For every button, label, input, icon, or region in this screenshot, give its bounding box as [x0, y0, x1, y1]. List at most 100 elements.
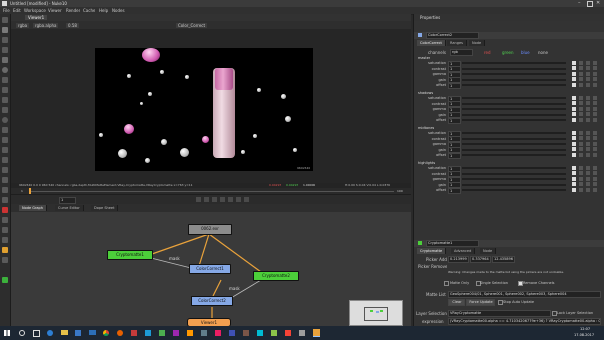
play-back-button[interactable] — [212, 197, 217, 202]
force-update-button[interactable]: Force Update — [466, 299, 495, 306]
highlights-gamma-button-d[interactable] — [593, 176, 597, 181]
explorer-icon[interactable] — [61, 330, 68, 335]
shadows-gamma-button-a[interactable] — [572, 106, 576, 111]
master-saturation-slider[interactable] — [462, 62, 566, 64]
none-checkbox[interactable]: none — [538, 50, 548, 55]
midtones-gain-button-d[interactable] — [593, 147, 597, 152]
gamma-dropdown[interactable]: 0.58 — [66, 23, 79, 28]
pointer-tool-icon[interactable] — [2, 17, 8, 23]
master-gamma-button-b[interactable] — [579, 71, 583, 76]
master-contrast-button-c[interactable] — [586, 66, 590, 71]
cc-node-name[interactable]: ColorCorrect2 — [426, 32, 479, 39]
filter-tool-icon[interactable] — [2, 77, 8, 83]
picker-add-r[interactable]: 0.213999 — [448, 256, 469, 263]
blue-checkbox[interactable]: blue — [521, 50, 530, 55]
shadows-saturation-button-d[interactable] — [593, 95, 597, 100]
script-tool-icon[interactable] — [2, 247, 8, 253]
midtones-gamma-button-d[interactable] — [593, 141, 597, 146]
midtones-contrast-button-d[interactable] — [593, 136, 597, 141]
vray-tool-icon[interactable] — [2, 227, 8, 233]
master-offset-button-b[interactable] — [579, 82, 583, 87]
highlights-gamma-button-b[interactable] — [579, 176, 583, 181]
channel-tool-icon[interactable] — [2, 57, 8, 63]
shadows-saturation-button-a[interactable] — [572, 95, 576, 100]
master-offset-button-d[interactable] — [593, 82, 597, 87]
menu-viewer[interactable]: Viewer — [48, 8, 62, 13]
app-icon-9[interactable] — [243, 330, 249, 336]
midtones-gamma-slider[interactable] — [462, 143, 566, 146]
cryptomatte1-node[interactable]: Cryptomatte1 — [107, 250, 153, 260]
edge-icon[interactable] — [47, 330, 53, 336]
midtones-saturation-button-c[interactable] — [586, 130, 590, 135]
highlights-gain-button-c[interactable] — [586, 182, 590, 187]
firefox-icon[interactable] — [117, 330, 123, 336]
midtones-offset-button-c[interactable] — [586, 152, 590, 157]
master-gamma-button-c[interactable] — [586, 71, 590, 76]
master-offset-button-a[interactable] — [572, 82, 576, 87]
shadows-offset-button-d[interactable] — [593, 117, 597, 122]
app-icon-11[interactable] — [271, 330, 277, 336]
store-icon[interactable] — [75, 330, 81, 336]
shadows-contrast-slider[interactable] — [462, 102, 566, 105]
merge-tool-icon[interactable] — [2, 97, 8, 103]
task-view-icon[interactable] — [33, 330, 40, 337]
highlights-offset-button-d[interactable] — [593, 187, 597, 192]
highlights-offset-button-a[interactable] — [572, 187, 576, 192]
transform-tool-icon[interactable] — [2, 107, 8, 113]
midtones-contrast-button-a[interactable] — [572, 136, 576, 141]
node-graph-minimap[interactable] — [349, 300, 403, 326]
highlights-contrast-slider[interactable] — [462, 172, 566, 175]
highlights-gain-button-a[interactable] — [572, 182, 576, 187]
master-saturation-button-b[interactable] — [579, 60, 583, 65]
gizmo-tool-icon[interactable] — [2, 217, 8, 223]
master-contrast-slider[interactable] — [462, 67, 566, 70]
minimize-button[interactable]: – — [578, 1, 583, 6]
master-offset-button-c[interactable] — [586, 82, 590, 87]
master-saturation-button-c[interactable] — [586, 60, 590, 65]
picker-add-g[interactable]: 0.337964 — [470, 256, 491, 263]
crypto-node-name[interactable]: Cryptomatte1 — [426, 240, 479, 247]
nuke-taskbar-icon[interactable] — [313, 329, 320, 337]
app-icon-7[interactable] — [215, 330, 221, 336]
time-tool-icon[interactable] — [2, 47, 8, 53]
fx-tool-icon[interactable] — [2, 207, 8, 213]
midtones-contrast-button-c[interactable] — [586, 136, 590, 141]
shadows-gain-button-d[interactable] — [593, 112, 597, 117]
menu-file[interactable]: File — [3, 8, 10, 13]
highlights-saturation-slider[interactable] — [462, 167, 566, 169]
midtones-offset-value[interactable]: 1 — [448, 152, 461, 159]
midtones-contrast-button-b[interactable] — [579, 136, 583, 141]
play-button[interactable] — [228, 197, 233, 202]
clear-button[interactable]: Clear — [448, 299, 465, 306]
cc-dropdown[interactable]: Color_Correct — [176, 23, 208, 28]
expression-field[interactable]: (VRayCryptomatte00.alpha == 4.7103420677… — [448, 318, 601, 325]
shadows-offset-button-c[interactable] — [586, 117, 590, 122]
master-gain-button-a[interactable] — [572, 77, 576, 82]
master-gamma-button-a[interactable] — [572, 71, 576, 76]
master-gain-button-b[interactable] — [579, 77, 583, 82]
next-key-button[interactable] — [236, 197, 241, 202]
master-contrast-button-a[interactable] — [572, 66, 576, 71]
minimap-viewport[interactable] — [364, 307, 388, 321]
midtones-offset-button-d[interactable] — [593, 152, 597, 157]
midtones-offset-button-a[interactable] — [572, 152, 576, 157]
highlights-gain-button-d[interactable] — [593, 182, 597, 187]
menu-edit[interactable]: Edit — [13, 8, 21, 13]
tab-cryptomatte[interactable]: Cryptomatte — [417, 248, 447, 254]
last-frame-button[interactable] — [244, 197, 249, 202]
shadows-gamma-button-d[interactable] — [593, 106, 597, 111]
draw-tool-icon[interactable] — [2, 37, 8, 43]
channels-dropdown[interactable]: rgba — [16, 23, 30, 28]
highlights-offset-button-c[interactable] — [586, 187, 590, 192]
shadows-saturation-button-b[interactable] — [579, 95, 583, 100]
first-frame-button[interactable] — [196, 197, 201, 202]
prev-key-button[interactable] — [204, 197, 209, 202]
midtones-gain-button-a[interactable] — [572, 147, 576, 152]
highlights-contrast-button-c[interactable] — [586, 171, 590, 176]
highlights-gamma-button-a[interactable] — [572, 176, 576, 181]
frame-field[interactable]: 1 — [59, 197, 76, 204]
shadows-offset-button-a[interactable] — [572, 117, 576, 122]
picker-add-b[interactable]: 12.435896 — [492, 256, 515, 263]
stop-button[interactable] — [220, 197, 225, 202]
menu-nodes[interactable]: Nodes — [112, 8, 125, 13]
